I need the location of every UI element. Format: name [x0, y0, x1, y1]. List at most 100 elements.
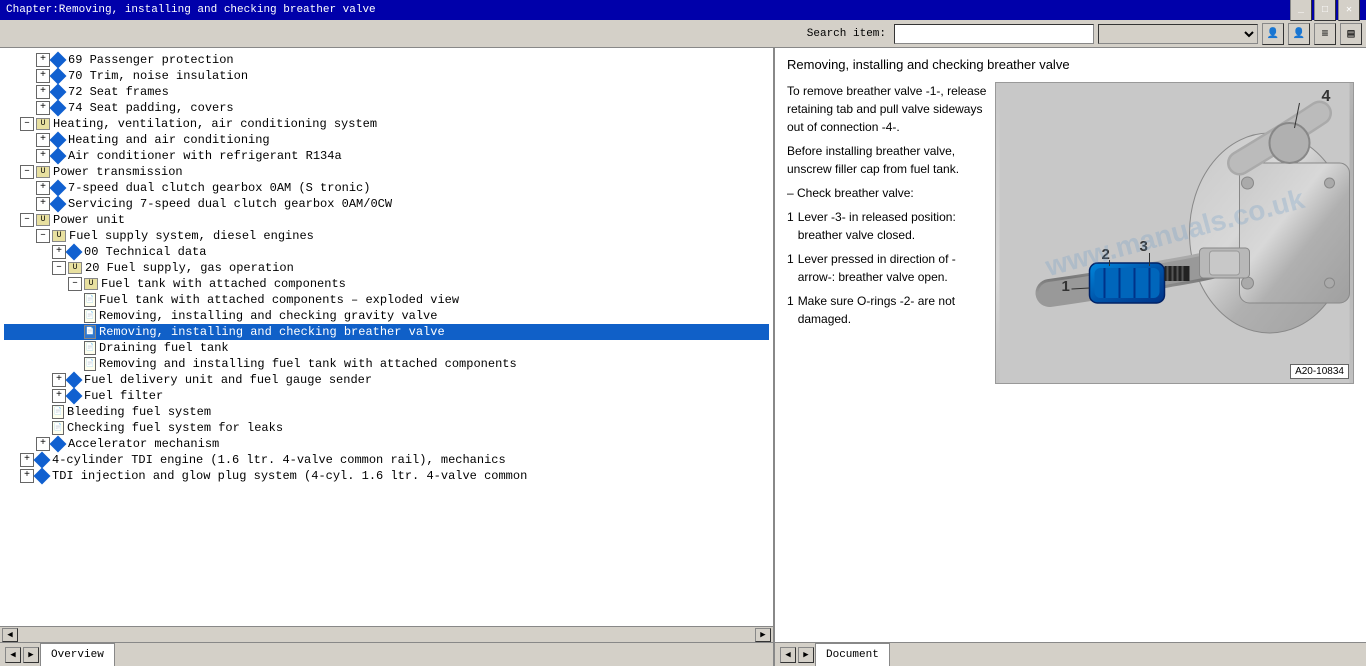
tree-item[interactable]: + Fuel filter [4, 388, 769, 404]
search-label: Search item: [807, 28, 886, 40]
expand-icon[interactable]: + [36, 437, 50, 451]
tree-item[interactable]: – U Power unit [4, 212, 769, 228]
document-tab[interactable]: Document [815, 643, 890, 666]
tree-item[interactable]: – U Fuel tank with attached components [4, 276, 769, 292]
tree-item-label: TDI injection and glow plug system (4-cy… [52, 469, 527, 483]
expand-icon[interactable]: + [36, 69, 50, 83]
tree-item-label: Fuel tank with attached components [101, 277, 346, 291]
tree-item[interactable]: – U 20 Fuel supply, gas operation [4, 260, 769, 276]
tree-item[interactable]: + 00 Technical data [4, 244, 769, 260]
tree-item[interactable]: 📄 Bleeding fuel system [4, 404, 769, 420]
tree-item-label: Power unit [53, 213, 125, 227]
expand-icon[interactable]: + [36, 133, 50, 147]
expand-icon[interactable]: – [52, 261, 66, 275]
nav-forward-button[interactable]: ▶ [23, 647, 39, 663]
content-section: To remove breather valve -1-, release re… [787, 82, 1354, 384]
expand-icon[interactable]: – [20, 213, 34, 227]
tree-item-label: 74 Seat padding, covers [68, 101, 234, 115]
tree-item[interactable]: + Servicing 7-speed dual clutch gearbox … [4, 196, 769, 212]
tree-item[interactable]: – U Power transmission [4, 164, 769, 180]
expand-icon[interactable]: + [36, 85, 50, 99]
tree-item[interactable]: + 4-cylinder TDI engine (1.6 ltr. 4-valv… [4, 452, 769, 468]
tree-item-label: 20 Fuel supply, gas operation [85, 261, 294, 275]
user2-icon-button[interactable]: 👤 [1288, 23, 1310, 45]
tree-item[interactable]: + 74 Seat padding, covers [4, 100, 769, 116]
expand-icon[interactable]: + [36, 197, 50, 211]
overview-tab[interactable]: Overview [40, 643, 115, 666]
nav-back-button-right[interactable]: ◀ [780, 647, 796, 663]
expand-icon[interactable]: + [52, 373, 66, 387]
nav-forward-button-right[interactable]: ▶ [798, 647, 814, 663]
tree-item-label: 72 Seat frames [68, 85, 169, 99]
diag-num-2: 2 [1102, 246, 1110, 263]
tree-item[interactable]: 📄 Removing, installing and checking grav… [4, 308, 769, 324]
expand-icon[interactable]: – [68, 277, 82, 291]
tree-item[interactable]: 📄 Checking fuel system for leaks [4, 420, 769, 436]
tree-item-label: Bleeding fuel system [67, 405, 211, 419]
tree-item[interactable]: + Heating and air conditioning [4, 132, 769, 148]
step-2: 1 Lever pressed in direction of -arrow-:… [787, 250, 987, 286]
tree-item-label: Removing, installing and checking breath… [99, 325, 445, 339]
tree-item[interactable]: + 69 Passenger protection [4, 52, 769, 68]
step-3: 1 Make sure O-rings -2- are not damaged. [787, 292, 987, 328]
diagram-container: 4 [995, 82, 1354, 384]
expand-icon[interactable]: + [20, 469, 34, 483]
tree-item-label: Servicing 7-speed dual clutch gearbox 0A… [68, 197, 392, 211]
expand-icon[interactable]: – [20, 117, 34, 131]
tree-item[interactable]: 📄 Removing and installing fuel tank with… [4, 356, 769, 372]
title-bar: Chapter:Removing, installing and checkin… [0, 0, 1366, 20]
expand-icon[interactable]: + [20, 453, 34, 467]
scroll-right-button[interactable]: ▶ [755, 628, 771, 642]
tree-item-label: 70 Trim, noise insulation [68, 69, 248, 83]
tree-item-label: Heating and air conditioning [68, 133, 270, 147]
minimize-button[interactable]: _ [1290, 0, 1312, 21]
expand-icon[interactable]: + [36, 149, 50, 163]
tree-item[interactable]: + Accelerator mechanism [4, 436, 769, 452]
tree-container[interactable]: + 69 Passenger protection + 70 Trim, noi… [0, 48, 773, 626]
tree-item-selected[interactable]: 📄 Removing, installing and checking brea… [4, 324, 769, 340]
tree-item[interactable]: + 70 Trim, noise insulation [4, 68, 769, 84]
status-left: ◀ ▶ Overview [0, 643, 775, 666]
maximize-button[interactable]: □ [1314, 0, 1336, 21]
expand-icon[interactable]: + [36, 181, 50, 195]
content-text-area: To remove breather valve -1-, release re… [787, 82, 987, 384]
user-icon-button[interactable]: 👤 [1262, 23, 1284, 45]
step-1: 1 Lever -3- in released position: breath… [787, 208, 987, 244]
tree-item-label: Removing and installing fuel tank with a… [99, 357, 517, 371]
expand-icon[interactable]: + [52, 245, 66, 259]
tree-item[interactable]: – U Fuel supply system, diesel engines [4, 228, 769, 244]
tree-item[interactable]: + TDI injection and glow plug system (4-… [4, 468, 769, 484]
expand-icon[interactable]: + [36, 101, 50, 115]
tree-item[interactable]: + Air conditioner with refrigerant R134a [4, 148, 769, 164]
tree-item[interactable]: 📄 Draining fuel tank [4, 340, 769, 356]
expand-icon[interactable]: + [52, 389, 66, 403]
title-text: Chapter:Removing, installing and checkin… [6, 4, 376, 16]
tree-item[interactable]: – U Heating, ventilation, air conditioni… [4, 116, 769, 132]
diag-num-3: 3 [1140, 238, 1148, 255]
search-input[interactable] [894, 24, 1094, 44]
diagram-svg: 4 [996, 83, 1353, 383]
scroll-left-button[interactable]: ◀ [2, 628, 18, 642]
tree-item[interactable]: + 7-speed dual clutch gearbox 0AM (S tro… [4, 180, 769, 196]
tree-hscrollbar[interactable]: ◀ ▶ [0, 626, 773, 642]
expand-icon[interactable]: – [20, 165, 34, 179]
nav-buttons-left: ◀ ▶ [4, 647, 40, 663]
step-text-2: Lever pressed in direction of -arrow-: b… [798, 250, 987, 286]
diag-num-1: 1 [1062, 278, 1070, 295]
expand-icon[interactable]: – [36, 229, 50, 243]
search-dropdown[interactable] [1098, 24, 1258, 44]
close-button[interactable]: ✕ [1338, 0, 1360, 21]
expand-icon[interactable]: + [36, 53, 50, 67]
nav-back-button[interactable]: ◀ [5, 647, 21, 663]
tree-item-label: Checking fuel system for leaks [67, 421, 283, 435]
diagram-image: 4 [996, 83, 1353, 383]
tree-item-label: Accelerator mechanism [68, 437, 219, 451]
menu-button[interactable]: ▤ [1340, 23, 1362, 45]
tree-item[interactable]: + 72 Seat frames [4, 84, 769, 100]
step-num-1: 1 [787, 208, 794, 244]
settings-button[interactable]: ≡ [1314, 23, 1336, 45]
tree-item[interactable]: 📄 Fuel tank with attached components – e… [4, 292, 769, 308]
tree-item-label: 4-cylinder TDI engine (1.6 ltr. 4-valve … [52, 453, 506, 467]
tree-item[interactable]: + Fuel delivery unit and fuel gauge send… [4, 372, 769, 388]
tree-item-label: 7-speed dual clutch gearbox 0AM (S troni… [68, 181, 370, 195]
